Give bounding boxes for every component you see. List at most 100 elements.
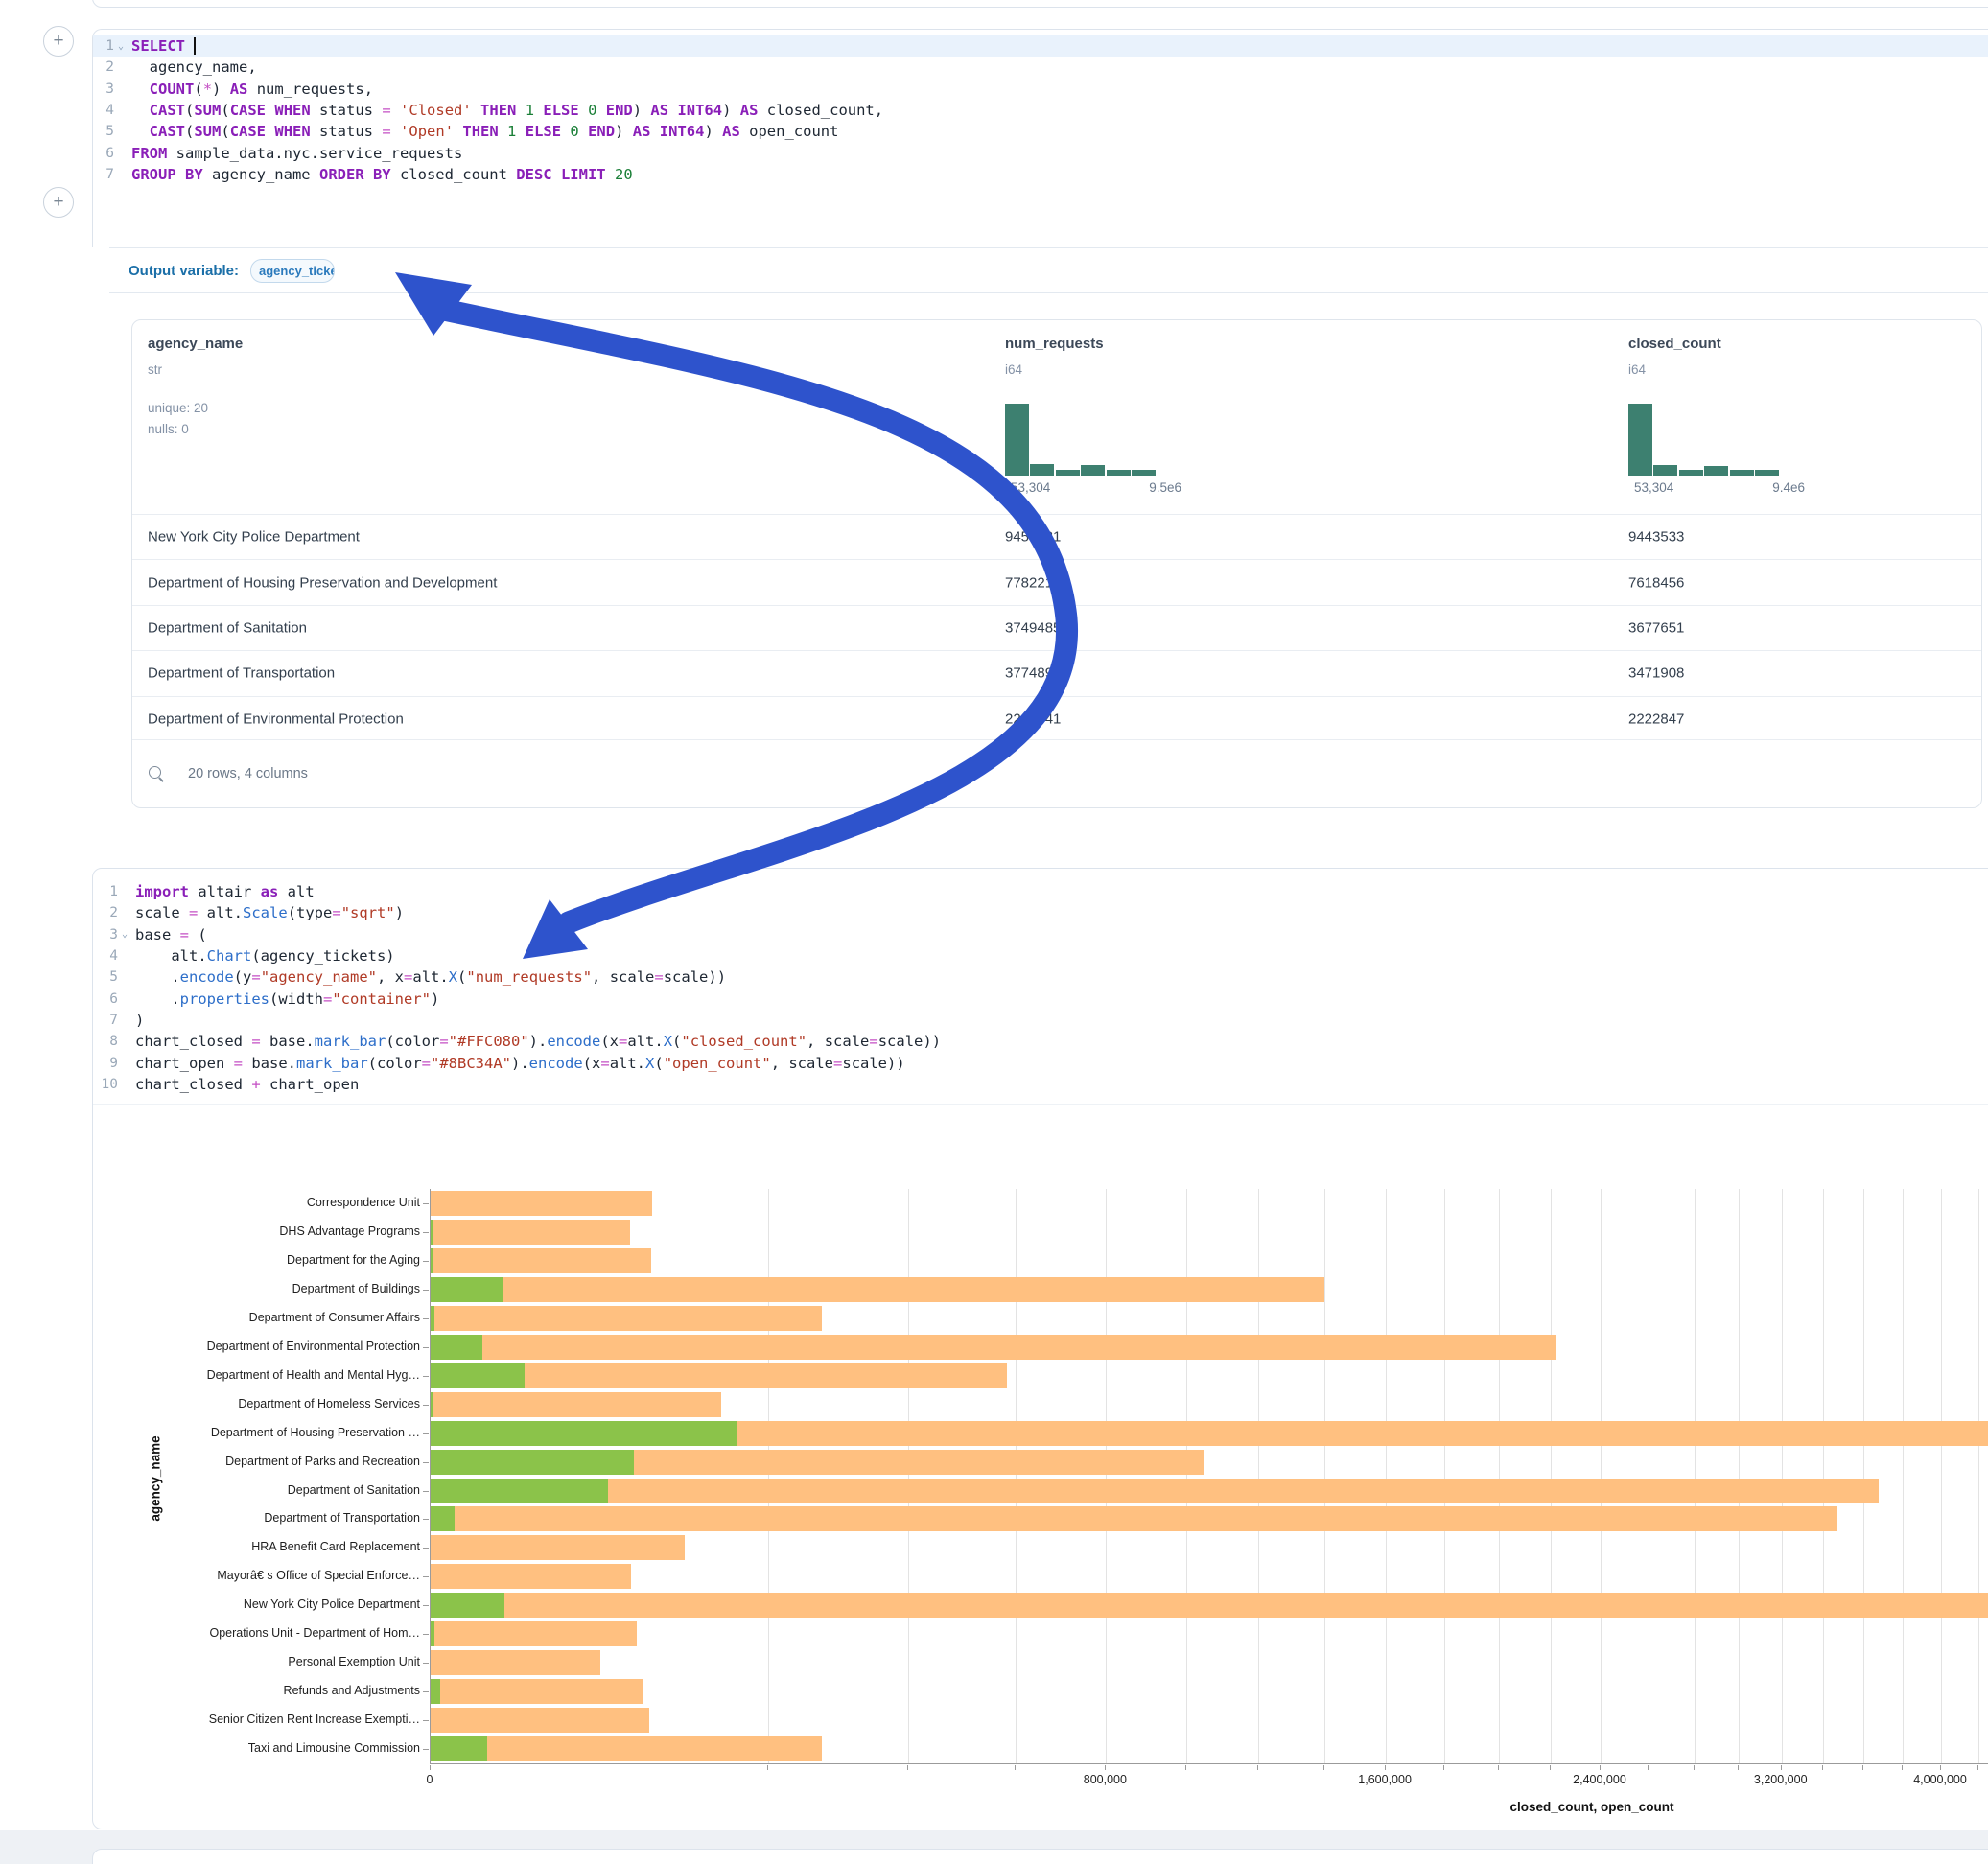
add-cell-button[interactable]: + [43,26,74,57]
table-row[interactable]: New York City Police Department945313194… [132,514,1981,559]
closed_count-bar [431,1621,637,1646]
line-number: 8 [93,1034,118,1049]
table-cell: 7782211 [1005,574,1060,591]
python-editor[interactable]: 1import altair as alt2scale = alt.Scale(… [93,881,1988,1095]
table-cell: Department of Sanitation [148,619,307,636]
code-line[interactable]: 1import altair as alt [93,881,1988,902]
code-line[interactable]: 7 GROUP BY agency_name ORDER BY closed_co… [93,164,1988,185]
closed_count-bar [431,1335,1556,1360]
line-number: 7 [93,167,114,182]
y-axis-label: DHS Advantage Programs [140,1224,420,1238]
column-header[interactable]: agency_name [148,336,243,352]
closed_count-bar [431,1679,643,1704]
x-axis-label: 1,600,000 [1358,1773,1412,1786]
line-number: 1 [93,38,114,54]
code-line[interactable]: 3⌄base = ( [93,924,1988,945]
closed_count-bar [431,1535,685,1560]
open_count-bar [431,1363,525,1388]
output-variable-pill[interactable]: agency_tickets [250,259,335,283]
code-line[interactable]: 9chart_open = base.mark_bar(color="#8BC3… [93,1052,1988,1073]
search-icon[interactable] [148,765,165,782]
code-text: CAST(SUM(CASE WHEN status = 'Open' THEN … [128,123,838,140]
fold-chevron-icon[interactable]: ⌄ [114,41,128,52]
column-histogram [1628,404,1779,476]
y-axis-label: Department of Homeless Services [140,1397,420,1410]
column-type: i64 [1005,362,1022,377]
open_count-bar [431,1479,608,1503]
y-axis-title: agency_name [149,1435,163,1521]
x-axis-label: 3,200,000 [1754,1773,1808,1786]
line-number: 9 [93,1056,118,1071]
table-row[interactable]: Department of Transportation377489234719… [132,650,1981,695]
code-line[interactable]: 5 CAST(SUM(CASE WHEN status = 'Open' THE… [93,121,1988,142]
table-cell: 2222847 [1628,711,1684,727]
column-header[interactable]: closed_count [1628,336,1721,352]
column-histogram [1005,404,1156,476]
code-line[interactable]: 8chart_closed = base.mark_bar(color="#FF… [93,1031,1988,1052]
closed_count-bar [431,1708,649,1733]
x-axis-label: 4,000,000 [1913,1773,1967,1786]
open_count-bar [431,1306,434,1331]
y-axis-label: Operations Unit - Department of Hom… [140,1626,420,1640]
closed_count-bar [431,1220,630,1245]
closed_count-bar [431,1392,721,1417]
closed_count-bar [431,1506,1837,1531]
y-axis-label: Department of Housing Preservation … [140,1426,420,1439]
fold-chevron-icon[interactable]: ⌄ [118,929,131,940]
code-line[interactable]: 4 CAST(SUM(CASE WHEN status = 'Closed' T… [93,100,1988,121]
table-cell: Department of Housing Preservation and D… [148,574,497,591]
open_count-bar [431,1450,634,1475]
y-axis-label: Department of Health and Mental Hyg… [140,1368,420,1382]
line-number: 6 [93,991,118,1007]
code-line[interactable]: 2 agency_name, [93,57,1988,78]
code-text: GROUP BY agency_name ORDER BY closed_cou… [128,166,633,183]
plus-icon: + [53,192,63,213]
add-cell-button[interactable]: + [43,187,74,218]
table-cell: 3749485 [1005,619,1061,636]
code-line[interactable]: 3 COUNT(*) AS num_requests, [93,79,1988,100]
code-text: .properties(width="container") [131,990,439,1008]
column-type: str [148,362,162,377]
code-line[interactable]: 1⌄SELECT [93,35,1988,57]
x-axis-label: 2,400,000 [1573,1773,1626,1786]
table-row[interactable]: Department of Environmental Protection 22… [132,696,1981,741]
y-axis-label: Department of Buildings [140,1282,420,1295]
table-row[interactable]: Department of Sanitation37494853677651 [132,605,1981,650]
chart-plot-area [430,1189,1988,1764]
code-text: CAST(SUM(CASE WHEN status = 'Closed' THE… [128,102,883,119]
open_count-bar [431,1277,503,1302]
next-cell-fragment [92,1849,1988,1864]
text-cursor [194,37,196,55]
y-axis-label: Department for the Aging [140,1253,420,1267]
closed_count-bar [431,1306,822,1331]
table-cell: 3774892 [1005,665,1061,682]
code-line[interactable]: 7) [93,1010,1988,1031]
code-text: alt.Chart(agency_tickets) [131,947,395,965]
line-number: 10 [93,1077,118,1092]
open_count-bar [431,1593,504,1618]
closed_count-bar [431,1650,600,1675]
y-axis-label: Department of Parks and Recreation [140,1455,420,1468]
sql-editor[interactable]: 1⌄SELECT 2 agency_name,3 COUNT(*) AS num… [93,35,1988,185]
open_count-bar [431,1220,433,1245]
code-line[interactable]: 4 alt.Chart(agency_tickets) [93,945,1988,967]
code-text: base = ( [131,926,207,944]
sql-cell[interactable]: 1⌄SELECT 2 agency_name,3 COUNT(*) AS num… [92,29,1988,247]
y-axis-label: Correspondence Unit [140,1196,420,1209]
code-line[interactable]: 2scale = alt.Scale(type="sqrt") [93,902,1988,923]
open_count-bar [431,1736,487,1761]
x-axis-label: 800,000 [1084,1773,1127,1786]
y-axis-label: Department of Transportation [140,1511,420,1525]
open_count-bar [431,1621,434,1646]
table-cell: Department of Environmental Protection [148,711,404,727]
code-line[interactable]: 6FROM sample_data.nyc.service_requests [93,142,1988,163]
table-row[interactable]: Department of Housing Preservation and D… [132,559,1981,604]
line-number: 5 [93,969,118,985]
code-text: chart_closed + chart_open [131,1076,359,1093]
x-axis-title: closed_count, open_count [1509,1800,1673,1814]
code-line[interactable]: 10 chart_closed + chart_open [93,1074,1988,1095]
code-line[interactable]: 6 .properties(width="container") [93,988,1988,1009]
column-header[interactable]: num_requests [1005,336,1104,352]
line-number: 3 [93,927,118,943]
code-line[interactable]: 5 .encode(y="agency_name", x=alt.X("num_… [93,967,1988,988]
